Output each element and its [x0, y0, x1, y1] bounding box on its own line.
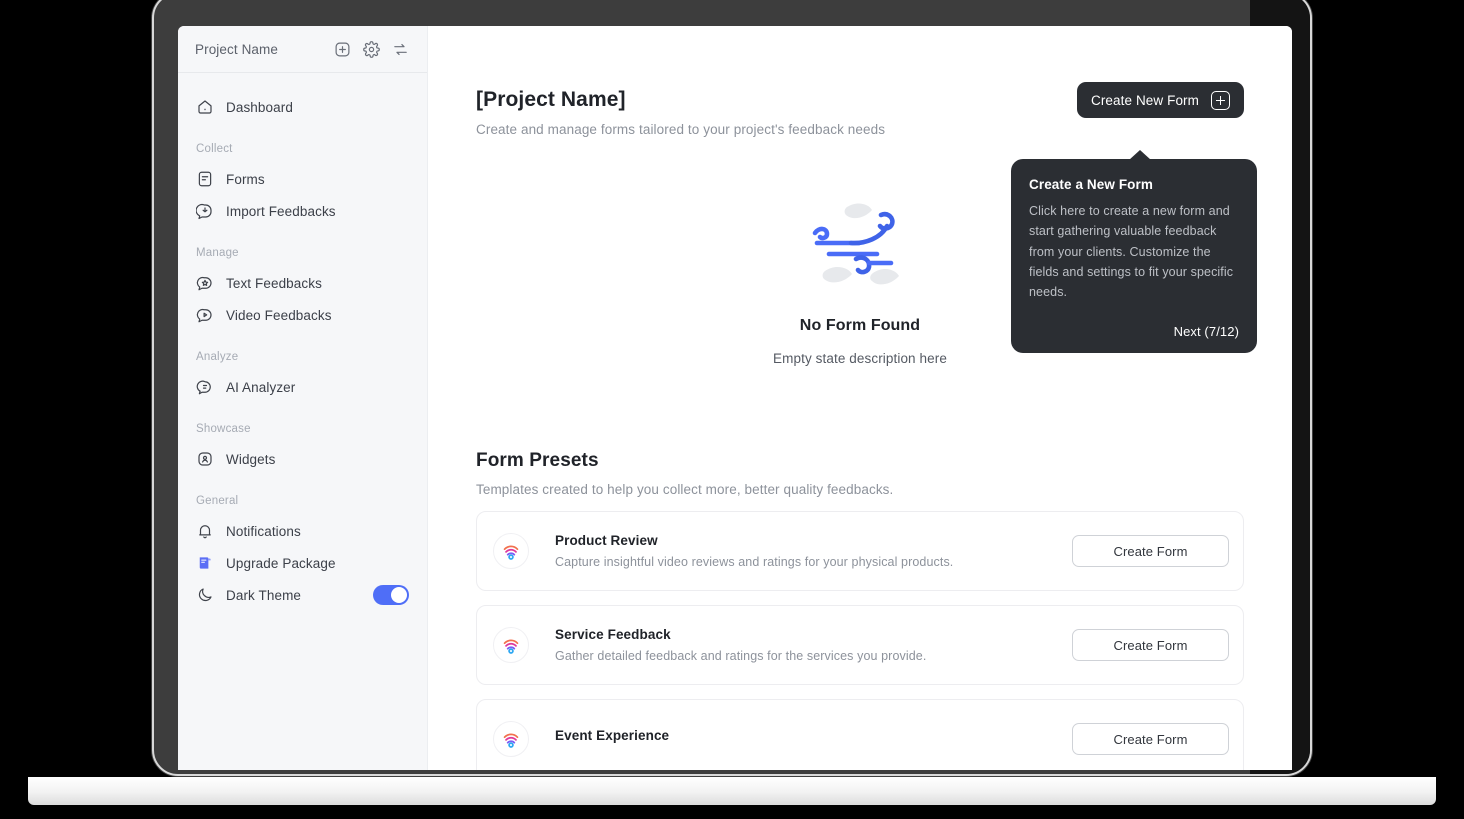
preset-name: Service Feedback: [555, 627, 671, 642]
create-form-button[interactable]: Create Form: [1072, 723, 1229, 755]
add-icon[interactable]: [334, 41, 351, 58]
preset-brand-icon: [493, 721, 529, 757]
empty-state-description: Empty state description here: [773, 351, 947, 366]
sidebar-item-text-feedbacks[interactable]: Text Feedbacks: [178, 267, 427, 299]
sidebar-item-notifications[interactable]: Notifications: [178, 515, 427, 547]
onboarding-tooltip: Create a New Form Click here to create a…: [1011, 150, 1257, 354]
sidebar-item-label: Video Feedbacks: [226, 307, 332, 323]
page-subtitle: Create and manage forms tailored to your…: [476, 122, 886, 137]
sidebar-body: Dashboard Collect Forms Import Feedbacks…: [178, 73, 427, 611]
sidebar-item-label: Dashboard: [226, 99, 293, 115]
preset-name: Product Review: [555, 533, 658, 548]
upgrade-package-icon: [196, 554, 214, 572]
create-form-button[interactable]: Create Form: [1072, 535, 1229, 567]
create-new-form-label: Create New Form: [1090, 92, 1199, 108]
sidebar-item-label: Import Feedbacks: [226, 203, 336, 219]
preset-description: Gather detailed feedback and ratings for…: [555, 649, 927, 663]
sidebar-item-widgets[interactable]: Widgets: [178, 443, 427, 475]
sidebar-item-label: Widgets: [226, 451, 276, 467]
form-presets-subtitle: Templates created to help you collect mo…: [476, 482, 894, 497]
tooltip-body: Click here to create a new form and star…: [1029, 204, 1234, 299]
sidebar-header: Project Name: [178, 26, 427, 73]
preset-card[interactable]: Service Feedback Gather detailed feedbac…: [476, 605, 1244, 685]
moon-icon: [196, 586, 214, 604]
text-feedback-icon: [196, 274, 214, 292]
form-presets-title: Form Presets: [476, 450, 599, 471]
sidebar-header-actions: [334, 40, 409, 58]
preset-text: Event Experience: [529, 728, 1072, 750]
sidebar-item-label: Notifications: [226, 523, 301, 539]
sidebar-item-forms[interactable]: Forms: [178, 163, 427, 195]
create-form-button[interactable]: Create Form: [1072, 629, 1229, 661]
sidebar-project-title: Project Name: [195, 41, 278, 57]
create-new-form-button[interactable]: Create New Form: [1076, 82, 1244, 118]
tooltip-next-button[interactable]: Next (7/12): [1029, 324, 1239, 339]
sidebar-item-label: Text Feedbacks: [226, 275, 322, 291]
form-document-icon: [196, 170, 214, 188]
tooltip-arrow: [1129, 150, 1151, 160]
video-feedback-icon: [196, 306, 214, 324]
preset-text: Service Feedback Gather detailed feedbac…: [529, 627, 1072, 663]
switch-project-icon[interactable]: [392, 41, 409, 58]
sidebar-item-dark-theme[interactable]: Dark Theme: [178, 579, 427, 611]
sidebar-item-label: AI Analyzer: [226, 379, 296, 395]
tooltip-title: Create a New Form: [1029, 177, 1153, 192]
dashboard-home-icon: [196, 98, 214, 116]
main-content: [Project Name] Create and manage forms t…: [428, 26, 1292, 770]
sidebar-item-dashboard[interactable]: Dashboard: [178, 91, 427, 123]
sidebar-item-label: Upgrade Package: [226, 555, 336, 571]
sidebar-group-showcase: Showcase: [196, 423, 251, 435]
settings-gear-icon[interactable]: [363, 40, 380, 58]
toggle-knob: [391, 587, 407, 603]
sidebar-item-video-feedbacks[interactable]: Video Feedbacks: [178, 299, 427, 331]
laptop-base: [28, 777, 1436, 805]
sidebar: Project Name Dashboard Collect Forms Imp…: [178, 26, 428, 770]
sidebar-item-ai-analyzer[interactable]: AI Analyzer: [178, 371, 427, 403]
laptop-screen: Project Name Dashboard Collect Forms Imp…: [178, 26, 1292, 770]
preset-description: Capture insightful video reviews and rat…: [555, 555, 954, 569]
preset-brand-icon: [493, 533, 529, 569]
preset-card[interactable]: Product Review Capture insightful video …: [476, 511, 1244, 591]
laptop-frame: Project Name Dashboard Collect Forms Imp…: [152, 0, 1312, 776]
form-presets-section: Form Presets Templates created to help y…: [476, 450, 1244, 770]
sidebar-item-label: Forms: [226, 171, 265, 187]
widgets-icon: [196, 450, 214, 468]
bell-icon: [196, 522, 214, 540]
preset-name: Event Experience: [555, 728, 670, 743]
sidebar-item-label: Dark Theme: [226, 587, 302, 603]
preset-brand-icon: [493, 627, 529, 663]
sidebar-group-manage: Manage: [196, 247, 239, 259]
dark-theme-toggle[interactable]: [373, 585, 409, 605]
import-feedback-icon: [196, 202, 214, 220]
wind-leaves-illustration: [812, 203, 899, 285]
sidebar-item-upgrade-package[interactable]: Upgrade Package: [178, 547, 427, 579]
plus-icon: [1211, 90, 1230, 110]
sidebar-group-collect: Collect: [196, 143, 233, 155]
page-header: [Project Name] Create and manage forms t…: [476, 26, 1257, 354]
sidebar-item-import-feedbacks[interactable]: Import Feedbacks: [178, 195, 427, 227]
sidebar-group-analyze: Analyze: [196, 351, 239, 363]
sidebar-group-general: General: [196, 495, 239, 507]
ai-analyzer-icon: [196, 378, 214, 396]
preset-text: Product Review Capture insightful video …: [529, 533, 1072, 569]
preset-card[interactable]: Event Experience Create Form: [476, 699, 1244, 770]
